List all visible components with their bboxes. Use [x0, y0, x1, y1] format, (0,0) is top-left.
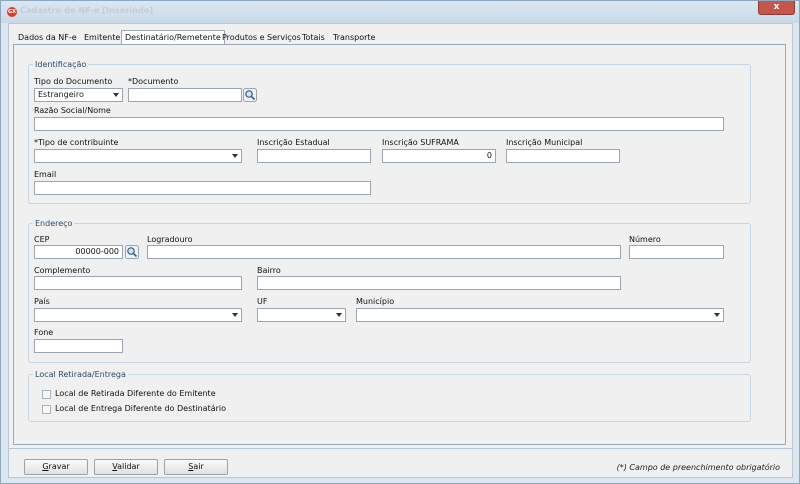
- validar-label: alidar: [117, 462, 140, 471]
- retirada-diferente-label[interactable]: Local de Retirada Diferente do Emitente: [55, 389, 216, 399]
- fone-label: Fone: [34, 328, 54, 337]
- pais-select[interactable]: [34, 308, 242, 322]
- inscricao-estadual-input[interactable]: [257, 149, 371, 163]
- inscricao-suframa-input[interactable]: 0: [382, 149, 496, 163]
- tab-panel-destinatario: Identificação Tipo do Documento Estrange…: [13, 44, 786, 445]
- window: GX Cadastro de NF-e [Inserindo] x Dados …: [0, 0, 800, 484]
- sair-label: air: [193, 462, 204, 471]
- identificacao-legend: Identificação: [33, 59, 89, 70]
- municipio-select[interactable]: [356, 308, 724, 322]
- uf-label: UF: [257, 297, 268, 306]
- close-button[interactable]: x: [758, 1, 795, 15]
- municipio-label: Município: [356, 297, 395, 306]
- numero-input[interactable]: [629, 245, 724, 259]
- endereco-group: Endereço CEP 00000-000 Logradouro Número…: [28, 218, 751, 363]
- email-label: Email: [34, 170, 57, 179]
- inscricao-estadual-label: Inscrição Estadual: [257, 138, 330, 147]
- bairro-label: Bairro: [257, 266, 281, 275]
- cep-label: CEP: [34, 235, 50, 244]
- title-bar: GX Cadastro de NF-e [Inserindo] x: [1, 1, 799, 23]
- numero-label: Número: [629, 235, 661, 244]
- tipo-contribuinte-label: *Tipo de contribuinte: [34, 138, 119, 147]
- entrega-diferente-checkbox[interactable]: [42, 405, 51, 414]
- retirada-diferente-checkbox[interactable]: [42, 390, 51, 399]
- client-area: Dados da NF-e Emitente Destinatário/Reme…: [8, 23, 793, 478]
- sair-button[interactable]: Sair: [164, 459, 228, 475]
- uf-select[interactable]: [257, 308, 346, 322]
- chevron-down-icon: [714, 313, 720, 317]
- tipo-contribuinte-select[interactable]: [34, 149, 242, 163]
- complemento-input[interactable]: [34, 276, 242, 290]
- tipo-documento-label: Tipo do Documento: [34, 77, 113, 86]
- fone-input[interactable]: [34, 339, 123, 353]
- identificacao-group: Identificação Tipo do Documento Estrange…: [28, 59, 751, 204]
- gravar-label: ravar: [48, 462, 70, 471]
- documento-label: *Documento: [128, 77, 179, 86]
- razao-social-label: Razão Social/Nome: [34, 106, 111, 115]
- required-fields-note: (*) Campo de preenchimento obrigatório: [616, 463, 780, 472]
- chevron-down-icon: [113, 93, 119, 97]
- inscricao-municipal-input[interactable]: [506, 149, 620, 163]
- gravar-button[interactable]: Gravar: [24, 459, 88, 475]
- logradouro-label: Logradouro: [147, 235, 193, 244]
- tipo-documento-select[interactable]: Estrangeiro: [34, 88, 123, 102]
- endereco-legend: Endereço: [33, 218, 75, 229]
- documento-input[interactable]: [128, 88, 242, 102]
- cep-input[interactable]: 00000-000: [34, 245, 123, 259]
- tipo-documento-value: Estrangeiro: [38, 90, 84, 99]
- bairro-input[interactable]: [257, 276, 621, 290]
- window-title: Cadastro de NF-e [Inserindo]: [20, 6, 154, 15]
- cep-search-icon[interactable]: [125, 245, 139, 259]
- entrega-diferente-label[interactable]: Local de Entrega Diferente do Destinatár…: [55, 404, 226, 414]
- chevron-down-icon: [232, 154, 238, 158]
- local-retirada-entrega-legend: Local Retirada/Entrega: [33, 369, 128, 380]
- app-icon: GX: [7, 7, 17, 17]
- inscricao-suframa-label: Inscrição SUFRAMA: [382, 138, 459, 147]
- complemento-label: Complemento: [34, 266, 91, 275]
- tab-destinatario-remetente[interactable]: Destinatário/Remetente: [121, 30, 225, 45]
- validar-button[interactable]: Validar: [94, 459, 158, 475]
- chevron-down-icon: [336, 313, 342, 317]
- inscricao-municipal-label: Inscrição Municipal: [506, 138, 583, 147]
- footer-divider: [9, 448, 792, 449]
- email-input[interactable]: [34, 181, 371, 195]
- local-retirada-entrega-group: Local Retirada/Entrega Local de Retirada…: [28, 369, 751, 422]
- chevron-down-icon: [232, 313, 238, 317]
- pais-label: País: [34, 297, 50, 306]
- razao-social-input[interactable]: [34, 117, 724, 131]
- logradouro-input[interactable]: [147, 245, 621, 259]
- documento-search-icon[interactable]: [243, 88, 257, 102]
